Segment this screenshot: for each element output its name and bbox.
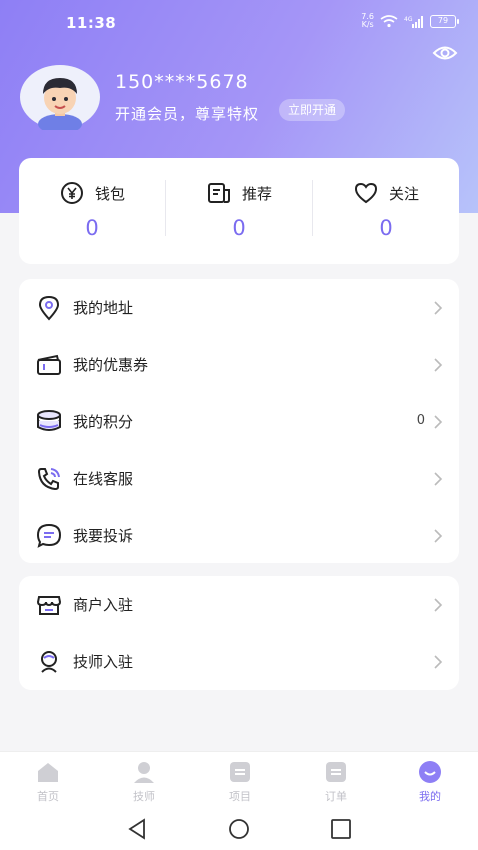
menu-item-complaint[interactable]: 我要投诉 (19, 507, 459, 564)
home-icon (38, 763, 58, 782)
chat-complaint-icon (36, 523, 62, 548)
coupon-icon (37, 354, 61, 375)
stat-value: 0 (232, 216, 246, 240)
home-circle-icon[interactable] (227, 817, 251, 841)
stats-card: 钱包 0 推荐 0 关注 0 (19, 158, 459, 264)
chevron-right-icon (434, 655, 443, 669)
svg-text:4G: 4G (404, 16, 413, 23)
menu-label: 我的积分 (73, 413, 134, 431)
menu-group-services: 我的地址 我的优惠券 我的积分 0 在线客服 我要投诉 (19, 279, 459, 563)
battery-icon: 79 (430, 14, 459, 28)
tab-label: 首页 (37, 790, 59, 803)
avatar[interactable] (19, 64, 101, 130)
back-triangle-icon[interactable] (126, 817, 150, 841)
tab-label: 技师 (133, 790, 155, 803)
status-time: 11:38 (66, 14, 117, 32)
menu-item-points[interactable]: 我的积分 0 (19, 393, 459, 450)
location-icon (38, 295, 60, 321)
project-icon (230, 762, 250, 782)
chevron-right-icon (434, 529, 443, 543)
user-phone: 150****5678 (115, 71, 249, 93)
menu-item-technician-join[interactable]: 技师入驻 (19, 633, 459, 690)
stat-recommend[interactable]: 推荐 0 (166, 158, 312, 264)
stat-value: 0 (85, 216, 99, 240)
stat-label: 钱包 (94, 184, 125, 203)
tab-label: 项目 (229, 790, 251, 803)
menu-label: 我的优惠券 (73, 356, 149, 374)
open-vip-button[interactable]: 立即开通 (279, 99, 346, 121)
recommend-doc-icon (207, 183, 230, 203)
status-icons: 7.6 K/s 4G 79 (361, 12, 459, 29)
menu-label: 商户入驻 (73, 596, 134, 614)
points-value: 0 (416, 413, 425, 428)
menu-group-join: 商户入驻 技师入驻 (19, 576, 459, 690)
menu-label: 技师入驻 (73, 653, 134, 671)
menu-item-address[interactable]: 我的地址 (19, 279, 459, 336)
stat-label: 推荐 (241, 184, 272, 203)
bottom-tab-bar: 首页 技师 项目 订单 我的 (0, 751, 478, 807)
tab-label: 订单 (325, 790, 347, 803)
technician-tab-icon (134, 762, 154, 783)
tab-orders[interactable]: 订单 (288, 752, 384, 808)
store-icon (36, 596, 62, 615)
stat-wallet[interactable]: 钱包 0 (19, 158, 165, 264)
vip-promo-text: 开通会员，尊享特权 (115, 105, 260, 123)
signal-icon: 4G (404, 15, 423, 28)
tab-mine[interactable]: 我的 (382, 752, 478, 808)
menu-label: 在线客服 (73, 470, 134, 488)
heart-icon (354, 182, 377, 204)
chevron-right-icon (434, 415, 443, 429)
chevron-right-icon (434, 301, 443, 315)
stat-label: 关注 (388, 184, 419, 203)
tab-technician[interactable]: 技师 (96, 752, 192, 808)
mine-smile-icon (419, 761, 441, 783)
system-navigation-bar (0, 807, 478, 850)
wifi-icon (380, 14, 398, 27)
menu-item-customer-service[interactable]: 在线客服 (19, 450, 459, 507)
stat-value: 0 (379, 216, 393, 240)
menu-item-merchant-join[interactable]: 商户入驻 (19, 576, 459, 633)
network-speed: 7.6 K/s (361, 12, 374, 29)
chevron-right-icon (434, 598, 443, 612)
eye-icon[interactable] (432, 42, 458, 64)
points-coins-icon (37, 410, 61, 431)
menu-item-coupons[interactable]: 我的优惠券 (19, 336, 459, 393)
chevron-right-icon (434, 472, 443, 486)
recents-square-icon[interactable] (329, 817, 353, 841)
tab-home[interactable]: 首页 (0, 752, 96, 808)
order-icon (326, 762, 346, 782)
stat-follow[interactable]: 关注 0 (313, 158, 459, 264)
status-bar: 11:38 7.6 K/s 4G 79 (0, 0, 478, 44)
menu-label: 我要投诉 (73, 527, 134, 545)
tab-project[interactable]: 项目 (192, 752, 288, 808)
chevron-right-icon (434, 358, 443, 372)
phone-service-icon (37, 468, 60, 491)
tab-label: 我的 (419, 790, 441, 803)
technician-icon (41, 651, 57, 673)
yen-wallet-icon (60, 182, 83, 204)
menu-label: 我的地址 (73, 299, 134, 317)
